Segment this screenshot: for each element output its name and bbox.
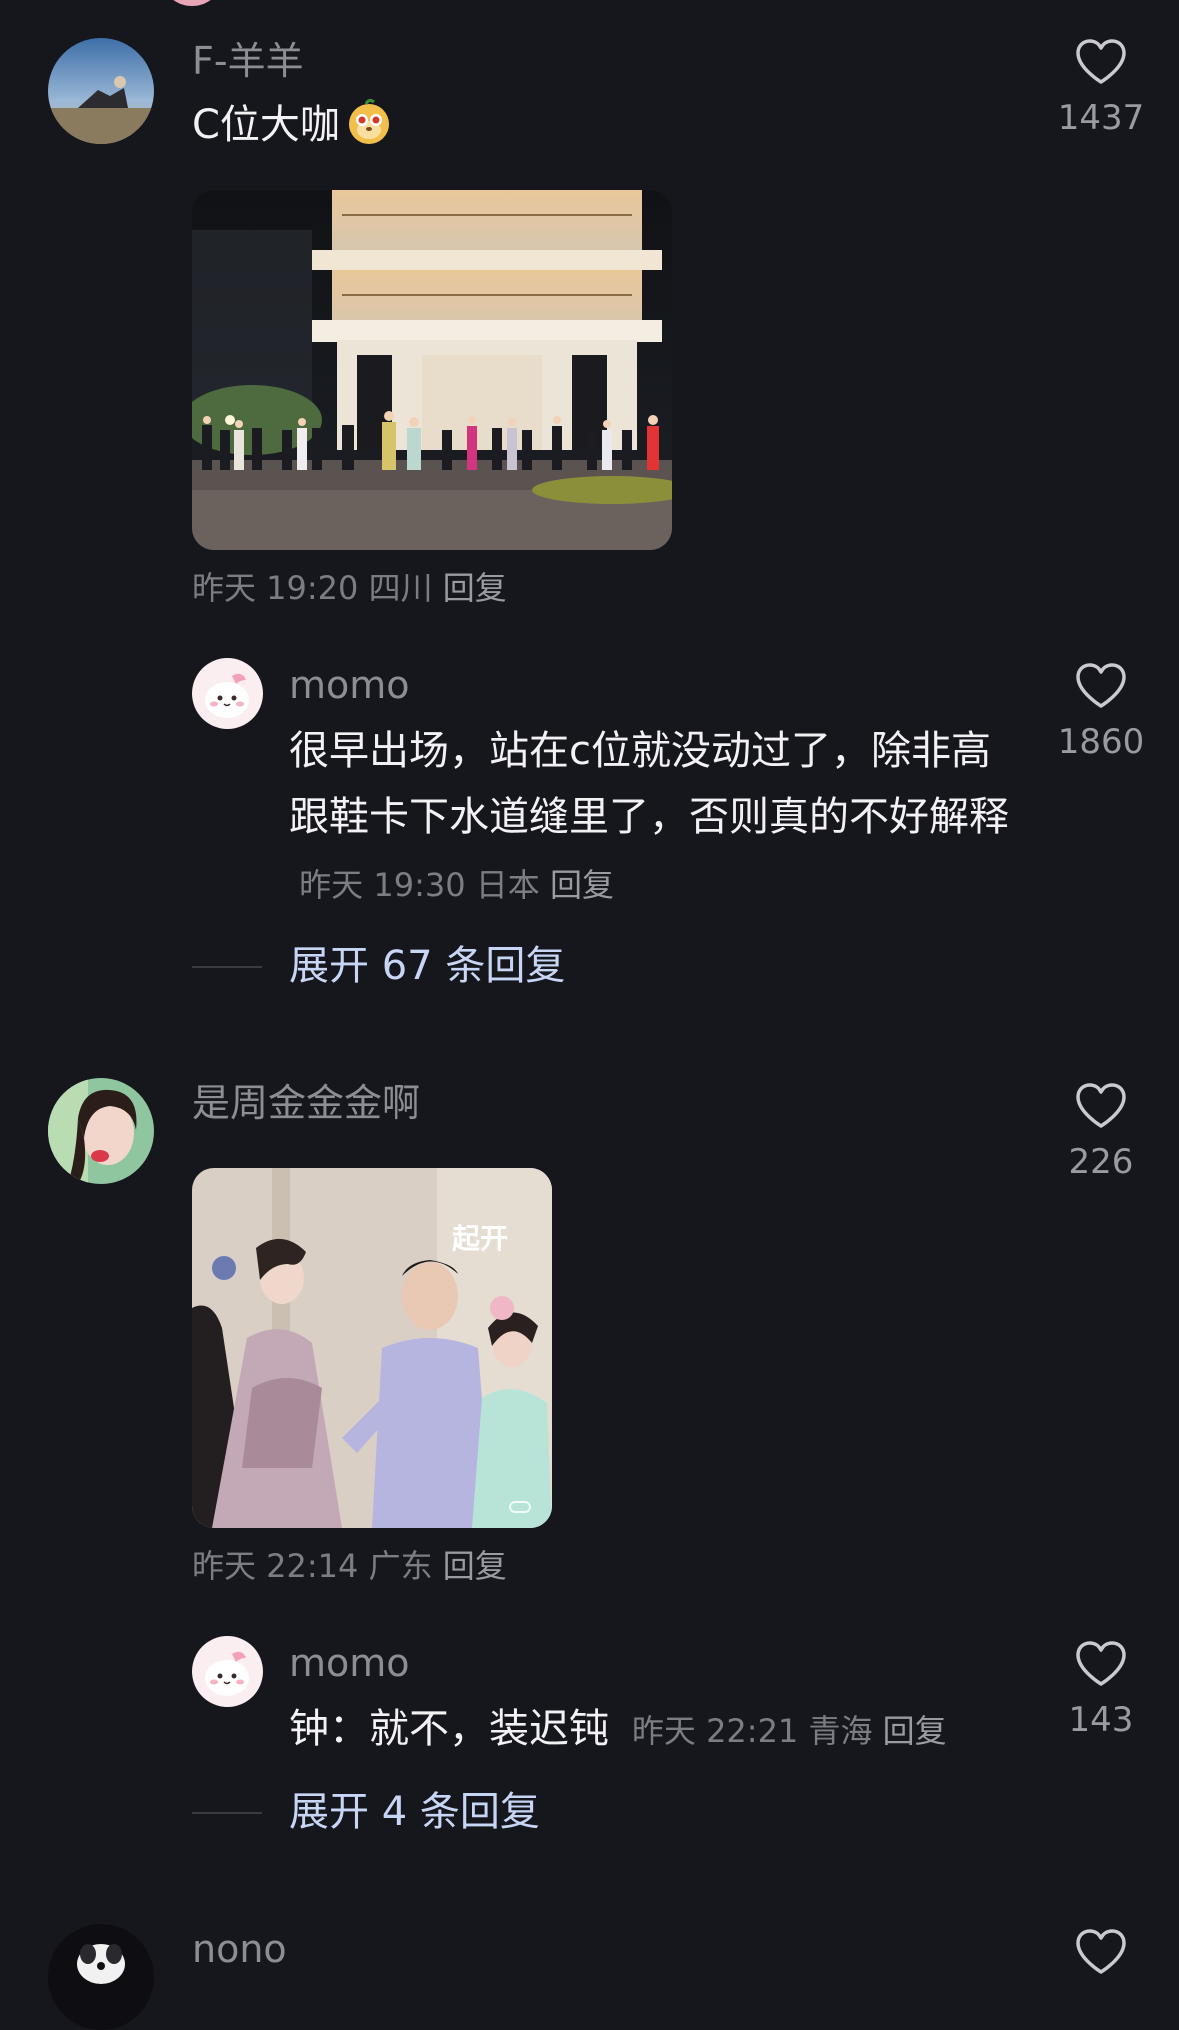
reply-username[interactable]: momo [289, 666, 410, 704]
like-count: 1437 [1057, 98, 1145, 138]
like-button[interactable]: 1437 [1046, 38, 1156, 138]
expand-replies-button[interactable]: 展开 67 条回复 [289, 946, 565, 986]
reply-meta: 昨天 19:30 日本 回复 [289, 866, 614, 904]
reply-time: 昨天 19:30 [299, 866, 466, 904]
like-button[interactable]: 143 [1046, 1640, 1156, 1740]
avatar-comment-1[interactable] [48, 38, 154, 144]
heart-outline-icon [1076, 1641, 1126, 1686]
reply-button[interactable]: 回复 [883, 1712, 947, 1750]
comment-location: 广东 [368, 1547, 433, 1585]
reply-body: 很早出场，站在c位就没动过了，除非高跟鞋卡下水道缝里了，否则真的不好解释 [289, 728, 1009, 840]
reply-meta: 昨天 22:21 青海 回复 [622, 1712, 947, 1750]
comment-image-event[interactable]: 起开 [192, 1168, 552, 1528]
avatar-comment-3[interactable] [48, 1924, 154, 2030]
heart-outline-icon [1076, 663, 1126, 708]
comment-text: C位大咖 [192, 92, 394, 158]
reply-text: 很早出场，站在c位就没动过了，除非高跟鞋卡下水道缝里了，否则真的不好解释 昨天 … [289, 718, 1029, 918]
reply-text: 钟：就不，装迟钝 昨天 22:21 青海 回复 [289, 1696, 947, 1764]
comment-time: 昨天 19:20 [192, 569, 359, 607]
heart-outline-icon [1076, 1083, 1126, 1128]
expand-divider [192, 966, 262, 968]
like-button[interactable]: 1860 [1046, 662, 1156, 762]
reply-time: 昨天 22:21 [631, 1712, 799, 1750]
comment-meta: 昨天 19:20 四川 回复 [192, 572, 507, 604]
heart-outline-icon [1076, 39, 1126, 84]
reply-button[interactable]: 回复 [443, 1547, 507, 1585]
comment-location: 四川 [368, 569, 433, 607]
expand-divider [192, 1812, 262, 1814]
expand-replies-button[interactable]: 展开 4 条回复 [289, 1792, 540, 1832]
avatar-reply-1[interactable] [192, 658, 263, 729]
reply-button[interactable]: 回复 [443, 569, 507, 607]
reply-username[interactable]: momo [289, 1644, 410, 1682]
like-button[interactable]: 226 [1046, 1082, 1156, 1182]
avatar-reply-2[interactable] [192, 1636, 263, 1707]
comment-time: 昨天 22:14 [192, 1547, 359, 1585]
comment-meta: 昨天 22:14 广东 回复 [192, 1550, 507, 1582]
like-count: 1860 [1057, 722, 1145, 762]
reply-location: 青海 [808, 1712, 873, 1750]
comment-username[interactable]: F-羊羊 [192, 42, 304, 80]
like-count: 143 [1068, 1700, 1134, 1740]
comment-username[interactable]: 是周金金金啊 [192, 1084, 420, 1122]
avatar-comment-2[interactable] [48, 1078, 154, 1184]
partial-avatar-top[interactable] [160, 0, 224, 6]
reply-location: 日本 [475, 866, 540, 904]
reply-button[interactable]: 回复 [550, 866, 614, 904]
comment-username[interactable]: nono [192, 1930, 287, 1968]
mole-face-emoji [348, 98, 389, 144]
image-caption: 起开 [452, 1222, 508, 1255]
comment-image-stage[interactable] [192, 190, 672, 550]
like-count: 226 [1068, 1142, 1134, 1182]
comment-body: C位大咖 [192, 102, 340, 148]
reply-body: 钟：就不，装迟钝 [289, 1706, 609, 1752]
